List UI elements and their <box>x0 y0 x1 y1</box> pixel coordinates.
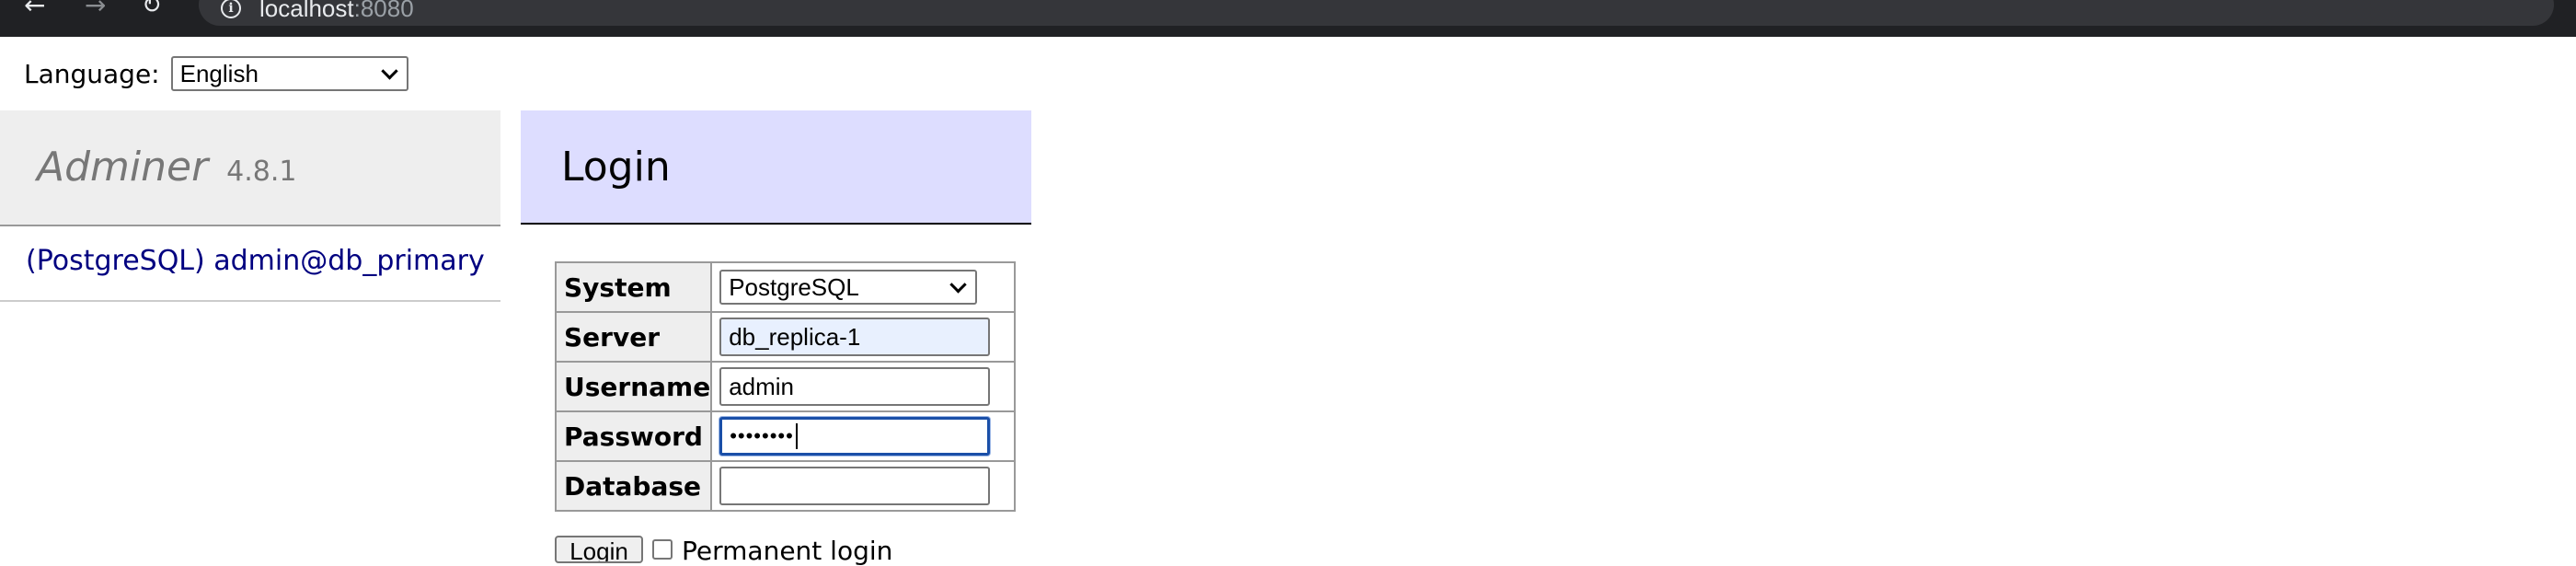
permanent-login-label: Permanent login <box>682 536 893 566</box>
password-cell: •••••••• <box>710 410 1017 462</box>
database-label: Database <box>554 460 713 512</box>
password-input[interactable]: •••••••• <box>719 417 991 456</box>
username-label: Username <box>554 361 713 412</box>
url-port: :8080 <box>353 0 414 22</box>
database-link[interactable]: (PostgreSQL) admin@db_primary <box>26 245 485 277</box>
username-value: admin <box>729 372 795 400</box>
text-caret <box>795 423 798 449</box>
system-label: System <box>554 261 713 313</box>
browser-toolbar: ← → ↻ i localhost:8080 <box>0 0 2576 37</box>
url-text[interactable]: localhost:8080 <box>259 0 414 20</box>
server-cell: db_replica-1 <box>710 311 1017 363</box>
forward-arrow-icon[interactable]: → <box>85 0 106 18</box>
language-label: Language: <box>24 58 160 89</box>
app-title[interactable]: Adminer 4.8.1 <box>37 144 297 191</box>
back-arrow-icon[interactable]: ← <box>24 0 45 18</box>
server-row: Server db_replica-1 <box>554 311 1017 363</box>
info-icon[interactable]: i <box>221 0 241 18</box>
app-name[interactable]: Adminer <box>37 144 208 191</box>
system-row: System PostgreSQL <box>554 261 1017 313</box>
language-select[interactable]: English <box>170 56 408 91</box>
password-value: •••••••• <box>730 424 794 447</box>
login-actions: Login Permanent login <box>555 536 892 566</box>
database-cell <box>710 460 1017 512</box>
language-form: Language: English <box>24 55 408 92</box>
login-header: Login <box>521 110 1031 225</box>
server-input[interactable]: db_replica-1 <box>719 318 991 356</box>
username-input[interactable]: admin <box>719 367 991 406</box>
system-cell: PostgreSQL <box>710 261 1017 313</box>
url-host: localhost <box>259 0 354 22</box>
page-title: Login <box>561 144 671 191</box>
system-selected-value: PostgreSQL <box>729 272 859 301</box>
permanent-login[interactable]: Permanent login <box>652 536 892 566</box>
username-row: Username admin <box>554 361 1017 412</box>
language-selected-value: English <box>179 59 259 87</box>
chevron-down-icon <box>380 63 398 80</box>
database-input[interactable] <box>719 467 991 505</box>
password-row: Password •••••••• <box>554 410 1017 462</box>
login-button[interactable]: Login <box>555 536 643 563</box>
menu-database-section: (PostgreSQL) admin@db_primary <box>0 226 500 302</box>
app-version: 4.8.1 <box>226 156 297 188</box>
server-value: db_replica-1 <box>729 322 861 351</box>
address-bar[interactable]: i localhost:8080 <box>199 0 2554 26</box>
system-select[interactable]: PostgreSQL <box>719 270 978 305</box>
database-row: Database <box>554 460 1017 512</box>
permanent-login-checkbox[interactable] <box>652 539 673 560</box>
username-cell: admin <box>710 361 1017 412</box>
reload-icon[interactable]: ↻ <box>142 0 162 17</box>
login-form-table: System PostgreSQL Server db_replica-1 Us… <box>554 261 1017 512</box>
password-label: Password <box>554 410 713 462</box>
server-label: Server <box>554 311 713 363</box>
menu-header: Adminer 4.8.1 <box>0 110 500 226</box>
chevron-down-icon <box>949 276 967 294</box>
